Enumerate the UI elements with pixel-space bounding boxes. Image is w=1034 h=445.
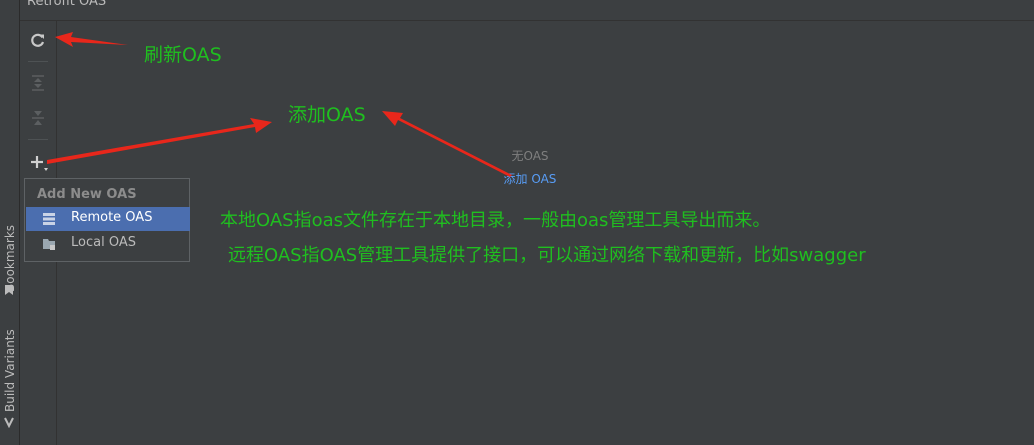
collapse-all-icon [32,111,44,125]
build-variants-icon [4,417,14,428]
menu-item-label: Remote OAS [71,210,153,225]
annotation-add: 添加OAS [288,104,366,126]
bookmarks-tab-label: Bookmarks [3,224,17,292]
toolbar-separator [28,61,48,62]
left-tool-strip: Bookmarks Build Variants [0,0,20,445]
refresh-button[interactable] [27,29,49,51]
empty-state: 无OAS 添加 OAS [455,147,605,187]
expand-all-button[interactable] [27,72,49,94]
bookmark-icon [5,285,13,295]
build-variants-tab[interactable]: Build Variants [3,329,17,412]
menu-item-label: Local OAS [71,235,136,250]
empty-state-title: 无OAS [511,149,549,163]
remote-server-icon [43,213,55,225]
add-new-oas-popup: Add New OAS Remote OAS Local OAS [24,178,190,262]
local-folder-icon [43,239,55,250]
annotation-local-description: 本地OAS指oas文件存在于本地目录，一般由oas管理工具导出而来。 [220,210,771,231]
popup-header: Add New OAS [37,187,137,202]
add-icon [31,156,48,171]
refresh-icon [31,33,45,47]
toolbar-separator [28,139,48,140]
menu-item-remote-oas[interactable]: Remote OAS [26,207,190,231]
tool-window-title: Retrofit OAS [27,0,107,9]
annotation-refresh: 刷新OAS [144,44,222,66]
add-oas-link[interactable]: 添加 OAS [455,170,605,187]
tool-window-title-bar: Retrofit OAS [20,0,1034,21]
build-variants-tab-label: Build Variants [3,329,17,412]
add-oas-button[interactable] [27,151,49,173]
bookmarks-tab[interactable]: Bookmarks [3,225,17,292]
expand-all-icon [32,75,44,91]
collapse-all-button[interactable] [27,107,49,129]
annotation-remote-description: 远程OAS指OAS管理工具提供了接口，可以通过网络下载和更新，比如swagger [228,245,866,266]
menu-item-local-oas[interactable]: Local OAS [26,232,190,256]
